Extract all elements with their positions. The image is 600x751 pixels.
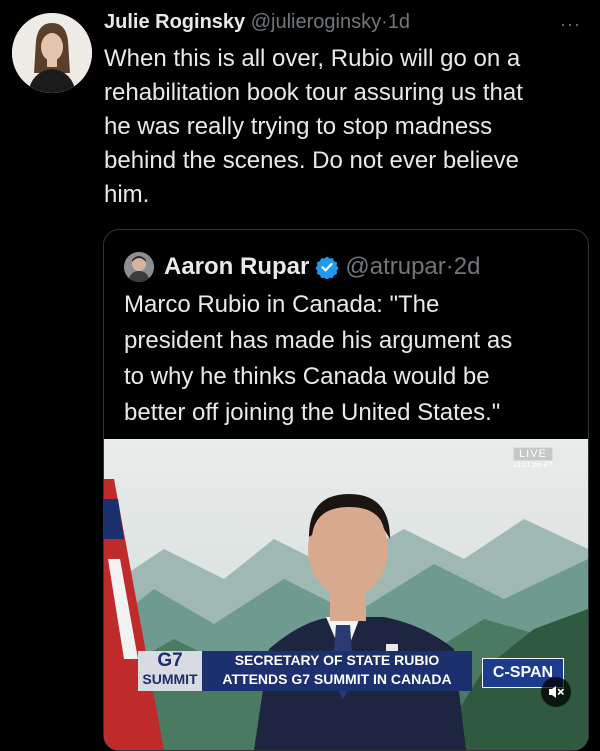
separator-dot: · — [445, 253, 454, 280]
quoted-author-name[interactable]: Aaron Rupar — [164, 253, 309, 281]
avatar[interactable] — [12, 13, 92, 93]
author-handle[interactable]: @julieroginsky — [251, 11, 381, 33]
quoted-author-avatar[interactable] — [124, 252, 154, 282]
live-time: 12:21 pm ET — [512, 462, 553, 469]
tweet-text-line: him. — [104, 181, 150, 208]
quoted-avatar-image — [124, 252, 154, 282]
quoted-text-line: to why he thinks Canada would be — [124, 363, 490, 390]
tweet-text-line: When this is all over, Rubio will go on … — [104, 45, 521, 72]
mute-icon[interactable] — [541, 677, 571, 707]
tweet-timestamp[interactable]: 1d — [388, 11, 410, 33]
quoted-text-line: Marco Rubio in Canada: "The — [124, 291, 440, 318]
chyron-line-1: SECRETARY OF STATE RUBIO — [234, 652, 440, 668]
separator-dot: · — [381, 11, 388, 33]
verified-badge-icon — [315, 256, 339, 279]
tweet-text-line: rehabilitation book tour assuring us tha… — [104, 79, 523, 106]
quoted-text-line: president has made his argument as — [124, 327, 513, 354]
quoted-tweet-timestamp[interactable]: 2d — [454, 253, 481, 281]
avatar-image — [12, 13, 92, 93]
tweet-text: When this is all over, Rubio will go on … — [104, 42, 584, 212]
quoted-author-handle[interactable]: @atrupar — [345, 253, 445, 281]
live-badge: LIVE — [512, 447, 553, 461]
g7-summit-logo: G7 SUMMIT — [138, 651, 202, 691]
g7-top: G7 — [157, 650, 183, 671]
speaker-muted-glyph — [549, 686, 564, 698]
chyron-line-2: ATTENDS G7 SUMMIT IN CANADA — [222, 671, 452, 687]
news-chyron: SECRETARY OF STATE RUBIO ATTENDS G7 SUMM… — [202, 651, 472, 691]
g7-bottom: SUMMIT — [142, 671, 198, 687]
tweet-text-line: he was really trying to stop madness — [104, 113, 493, 140]
more-icon[interactable]: ··· — [560, 14, 581, 35]
quoted-tweet-header: Aaron Rupar @atrupar · 2d — [124, 250, 480, 284]
live-indicator: LIVE 12:21 pm ET — [512, 447, 553, 469]
author-name[interactable]: Julie Roginsky — [104, 11, 245, 33]
video-frame — [104, 439, 588, 750]
quoted-tweet-text: Marco Rubio in Canada: "The president ha… — [124, 287, 574, 431]
quoted-text-line: better off joining the United States." — [124, 399, 501, 426]
video-player[interactable]: LIVE 12:21 pm ET G7 SUMMIT SECRETARY OF … — [104, 439, 588, 750]
tweet-text-line: behind the scenes. Do not ever believe — [104, 147, 519, 174]
quoted-tweet[interactable]: Aaron Rupar @atrupar · 2d Marco Rubio in C… — [103, 229, 589, 751]
tweet-header: Julie Roginsky @julieroginsky·1d — [104, 8, 580, 36]
